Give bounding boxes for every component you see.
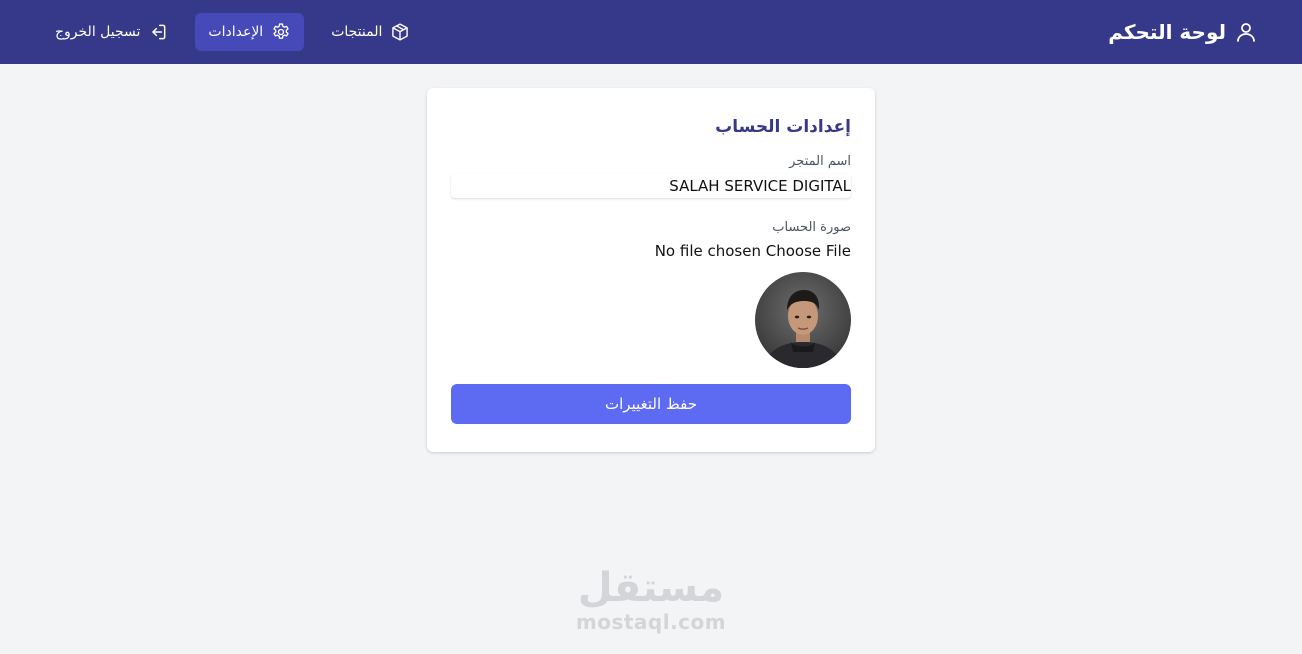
store-name-label: اسم المتجر [789, 154, 851, 169]
nav-logout[interactable]: تسجيل الخروج [42, 13, 181, 51]
store-name-input[interactable] [451, 174, 851, 198]
brand: لوحة التحكم [1108, 20, 1258, 44]
brand-title: لوحة التحكم [1108, 20, 1226, 44]
avatar-preview-wrap [451, 272, 851, 368]
watermark-logo: مستقل mostaql.com [560, 565, 742, 633]
save-button[interactable]: حفظ التغييرات [451, 384, 851, 424]
file-status: No file chosen [654, 242, 761, 260]
avatar-label: صورة الحساب [772, 220, 851, 235]
watermark-arabic: مستقل [577, 565, 725, 611]
gear-icon [273, 23, 289, 39]
user-icon [1237, 23, 1255, 42]
choose-file-button[interactable]: Choose File [766, 242, 851, 262]
nav-products[interactable]: المنتجات [318, 13, 423, 51]
account-settings-card: إعدادات الحساب اسم المتجر صورة الحساب No… [427, 88, 875, 452]
avatar [755, 272, 851, 368]
nav-logout-label: تسجيل الخروج [55, 24, 141, 40]
file-input[interactable]: No file chosen Choose File [451, 242, 851, 262]
nav-links: المنتجات الإعدادات تسجيل الخروج [42, 13, 423, 51]
logout-icon [152, 24, 166, 40]
top-navbar: لوحة التحكم المنتجات الإعدادات تسجيل الخ… [0, 0, 1302, 64]
card-title: إعدادات الحساب [715, 117, 851, 137]
watermark-latin: mostaql.com [575, 610, 727, 634]
box-icon [392, 23, 409, 41]
nav-products-label: المنتجات [331, 24, 383, 40]
nav-settings[interactable]: الإعدادات [195, 13, 305, 51]
nav-settings-label: الإعدادات [208, 24, 264, 40]
